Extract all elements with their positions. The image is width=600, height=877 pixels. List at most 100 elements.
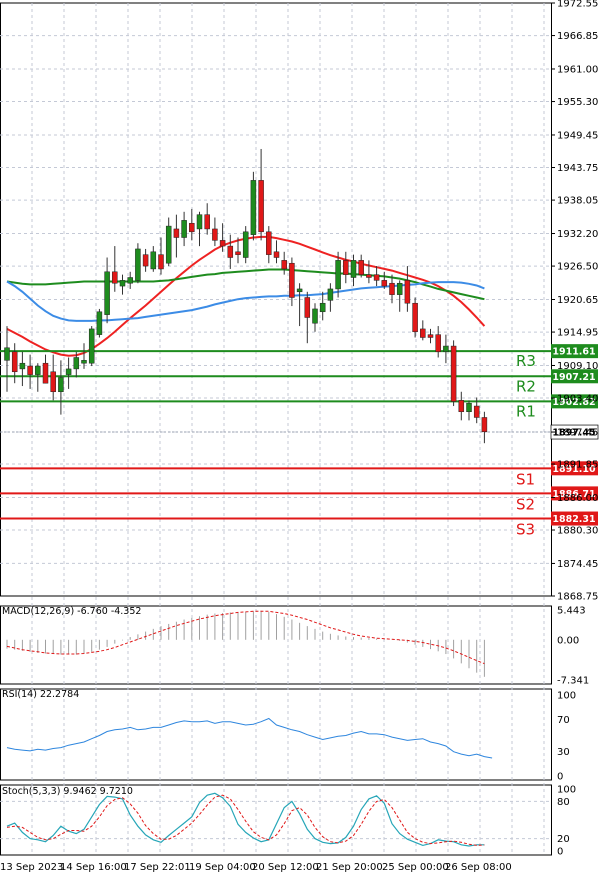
price-tick-label: 1903.40 bbox=[557, 394, 598, 405]
candle-body bbox=[312, 308, 318, 324]
candle-body bbox=[412, 302, 418, 333]
level-name: S3 bbox=[516, 521, 535, 539]
candle-body bbox=[458, 400, 465, 413]
candle-body bbox=[358, 260, 364, 275]
rsi-tick-label: 70 bbox=[557, 715, 570, 726]
price-tick-label: 1972.55 bbox=[557, 0, 598, 10]
candle-body bbox=[73, 357, 80, 370]
candle-body bbox=[181, 220, 187, 238]
grid bbox=[0, 2, 552, 856]
candle-body bbox=[481, 417, 488, 433]
time-tick-label: 21 Sep 20:00 bbox=[316, 862, 383, 873]
candle-body bbox=[443, 345, 449, 353]
candle-body bbox=[350, 260, 357, 278]
price-tick-label: 1938.05 bbox=[557, 196, 598, 207]
rsi-title: RSI(14) 22.2784 bbox=[2, 689, 79, 700]
candle-body bbox=[343, 260, 349, 275]
stoch-tick-label: 20 bbox=[557, 834, 570, 845]
candle-body bbox=[212, 228, 218, 241]
price-tick-label: 1897.45 bbox=[557, 428, 598, 439]
candle bbox=[88, 326, 95, 367]
candle-body bbox=[173, 228, 180, 238]
candle bbox=[242, 226, 249, 264]
level-name: S2 bbox=[516, 495, 535, 513]
candle-body bbox=[158, 254, 164, 270]
time-tick-label: 14 Sep 16:00 bbox=[60, 862, 127, 873]
candle-body bbox=[4, 347, 10, 361]
candle-body bbox=[266, 231, 272, 255]
macd-panel: MACD(12,26,9) -6.760 -4.352 bbox=[2, 606, 141, 617]
candle-body bbox=[88, 328, 95, 364]
candle-body bbox=[420, 328, 426, 338]
candle-body bbox=[204, 214, 210, 230]
candle-body bbox=[42, 362, 49, 384]
time-tick-label: 25 Sep 00:00 bbox=[382, 862, 449, 873]
candle-body bbox=[50, 371, 56, 393]
candle bbox=[250, 171, 257, 241]
price-tick-label: 1961.00 bbox=[557, 64, 598, 75]
candle-body bbox=[296, 288, 303, 293]
macd-tick-label: 5.443 bbox=[557, 606, 586, 617]
price-tick-label: 1966.85 bbox=[557, 31, 598, 42]
candle-body bbox=[27, 365, 33, 375]
stoch-tick-label: 0 bbox=[557, 847, 563, 858]
candle-body bbox=[96, 311, 103, 335]
candle-body bbox=[381, 280, 388, 287]
candle-body bbox=[389, 282, 395, 295]
stoch-tick-label: 80 bbox=[557, 797, 570, 808]
time-tick-label: 17 Sep 22:01 bbox=[124, 862, 191, 873]
candle-body bbox=[435, 334, 441, 353]
candle-body bbox=[81, 360, 87, 364]
candle-body bbox=[335, 260, 341, 290]
candle-body bbox=[227, 245, 234, 258]
rsi-panel: RSI(14) 22.2784 bbox=[2, 689, 79, 700]
candle-body bbox=[165, 225, 172, 264]
candle-body bbox=[150, 251, 157, 270]
level-name: R1 bbox=[516, 402, 536, 420]
candle-body bbox=[304, 297, 311, 318]
candle-body bbox=[273, 251, 280, 258]
price-tick-label: 1874.45 bbox=[557, 559, 598, 570]
price-tick-label: 1891.85 bbox=[557, 460, 598, 471]
price-tick-label: 1914.95 bbox=[557, 328, 598, 339]
candle bbox=[412, 297, 418, 338]
stoch-tick-label: 100 bbox=[557, 785, 576, 796]
candle-body bbox=[19, 362, 26, 370]
candle-body bbox=[250, 180, 257, 235]
candle-body bbox=[65, 368, 72, 375]
stoch-panel: Stoch(5,3,3) 9.9462 9.7210 bbox=[2, 786, 133, 797]
candle-body bbox=[235, 251, 241, 255]
level-name: R2 bbox=[516, 377, 536, 395]
candle-body bbox=[35, 365, 41, 375]
candle-body bbox=[319, 302, 326, 313]
candle-body bbox=[366, 274, 372, 278]
time-tick-label: 26 Sep 08:00 bbox=[445, 862, 512, 873]
candle-body bbox=[219, 240, 226, 247]
macd-tick-label: -7.341 bbox=[557, 676, 589, 687]
candle-body bbox=[104, 271, 110, 315]
candle bbox=[96, 308, 103, 338]
candle-body bbox=[258, 180, 264, 233]
price-tick-label: 1955.30 bbox=[557, 97, 598, 108]
price-tick-label: 1949.45 bbox=[557, 130, 598, 141]
candle bbox=[135, 243, 141, 284]
candle-body bbox=[404, 280, 411, 304]
level-value-label: 1907.21 bbox=[552, 372, 595, 383]
candle-body bbox=[189, 222, 195, 233]
rsi-tick-label: 0 bbox=[557, 772, 563, 783]
time-tick-label: 19 Sep 04:00 bbox=[189, 862, 256, 873]
rsi-tick-label: 100 bbox=[557, 691, 576, 702]
level-value-label: 1911.61 bbox=[552, 347, 595, 358]
candle-body bbox=[396, 282, 403, 295]
price-tick-label: 1932.20 bbox=[557, 229, 598, 240]
candle-body bbox=[373, 274, 380, 281]
candle-body bbox=[466, 402, 472, 413]
candle-body bbox=[58, 377, 64, 393]
price-tick-label: 1880.30 bbox=[557, 526, 598, 537]
candle-body bbox=[281, 260, 287, 270]
candle-body bbox=[473, 405, 480, 418]
level-value-label: 1882.31 bbox=[552, 514, 595, 525]
candle-body bbox=[142, 254, 149, 267]
macd-title: MACD(12,26,9) -6.760 -4.352 bbox=[2, 606, 141, 617]
candle bbox=[450, 340, 457, 407]
